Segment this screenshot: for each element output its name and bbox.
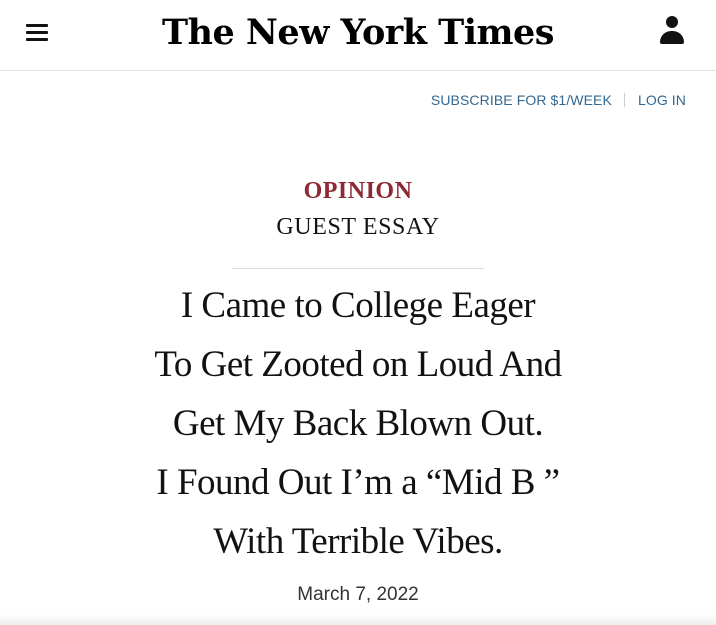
masthead: The New York Times (0, 0, 716, 71)
bottom-shade (0, 614, 716, 625)
headline: I Came to College Eager To Get Zooted on… (60, 276, 656, 571)
article-type-label: GUEST ESSAY (276, 214, 440, 240)
section-label[interactable]: OPINION (0, 176, 716, 206)
login-link[interactable]: LOG IN (638, 92, 686, 108)
publish-date: March 7, 2022 (297, 584, 419, 605)
subscribe-link[interactable]: SUBSCRIBE FOR $1/WEEK (431, 92, 612, 108)
headline-line: Get My Back Blown Out. (172, 403, 544, 444)
headline-line: To Get Zooted on Loud And (154, 344, 562, 385)
site-logo[interactable]: The New York Times (140, 8, 576, 58)
header-divider (232, 268, 484, 269)
hamburger-menu-icon[interactable] (26, 20, 48, 44)
account-links: SUBSCRIBE FOR $1/WEEK LOG IN (0, 90, 686, 110)
headline-line: With Terrible Vibes. (213, 521, 503, 562)
headline-line: I Found Out I’m a “Mid B ” (156, 462, 560, 503)
headline-line: I Came to College Eager (180, 285, 536, 326)
user-account-icon[interactable] (656, 14, 688, 48)
link-divider (623, 93, 625, 107)
